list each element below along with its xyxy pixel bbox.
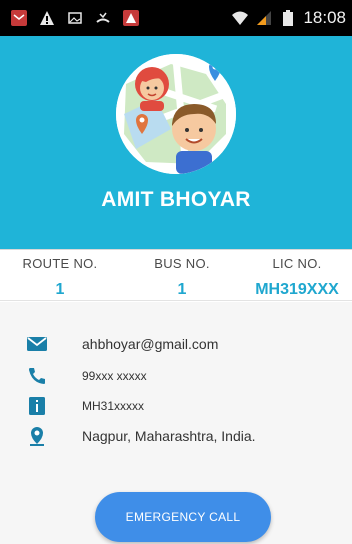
- signal-icon: [255, 9, 273, 27]
- battery-icon: [279, 9, 297, 27]
- address-row: Nagpur, Maharashtra, India.: [0, 424, 352, 448]
- emergency-call-button[interactable]: EMERGENCY CALL: [95, 492, 271, 542]
- system-icons: 18:08: [231, 8, 346, 28]
- license-number-column: LIC NO. MH319XXX: [244, 256, 350, 299]
- route-number-label: ROUTE NO.: [22, 256, 98, 271]
- email-icon: [26, 334, 48, 354]
- warning-icon: [38, 9, 56, 27]
- route-info-bar: ROUTE NO. 1 BUS NO. 1 LIC NO. MH319XXX: [0, 249, 352, 301]
- email-row: ahbhoyar@gmail.com: [0, 332, 352, 356]
- bus-number-value: 1: [177, 281, 187, 298]
- phone-row: 99xxx xxxxx: [0, 364, 352, 388]
- phone-icon: [26, 366, 48, 386]
- bus-number-label: BUS NO.: [154, 256, 210, 271]
- app-notification-icon: [122, 9, 140, 27]
- route-number-column: ROUTE NO. 1: [12, 256, 108, 299]
- status-bar: 18:08: [0, 0, 352, 36]
- email-text: ahbhoyar@gmail.com: [82, 336, 219, 352]
- wifi-icon: [231, 9, 249, 27]
- location-pin-icon: [26, 426, 48, 446]
- profile-header: AMIT BHOYAR: [0, 36, 352, 249]
- bus-number-column: BUS NO. 1: [134, 256, 230, 299]
- info-card-icon: [26, 396, 48, 416]
- phone-text: 99xxx xxxxx: [82, 369, 147, 383]
- address-text: Nagpur, Maharashtra, India.: [82, 428, 256, 444]
- message-icon: [10, 9, 28, 27]
- image-icon: [66, 9, 84, 27]
- license-row: MH31xxxxx: [0, 394, 352, 418]
- missed-call-icon: [94, 9, 112, 27]
- clock: 18:08: [303, 8, 346, 27]
- license-number-label: LIC NO.: [272, 256, 322, 271]
- license-number-value: MH319XXX: [255, 281, 339, 298]
- license-text: MH31xxxxx: [82, 399, 145, 413]
- profile-name: AMIT BHOYAR: [101, 188, 251, 211]
- route-number-value: 1: [55, 281, 65, 298]
- notification-icons: [10, 9, 140, 27]
- users-on-map-avatar-icon: [116, 54, 236, 174]
